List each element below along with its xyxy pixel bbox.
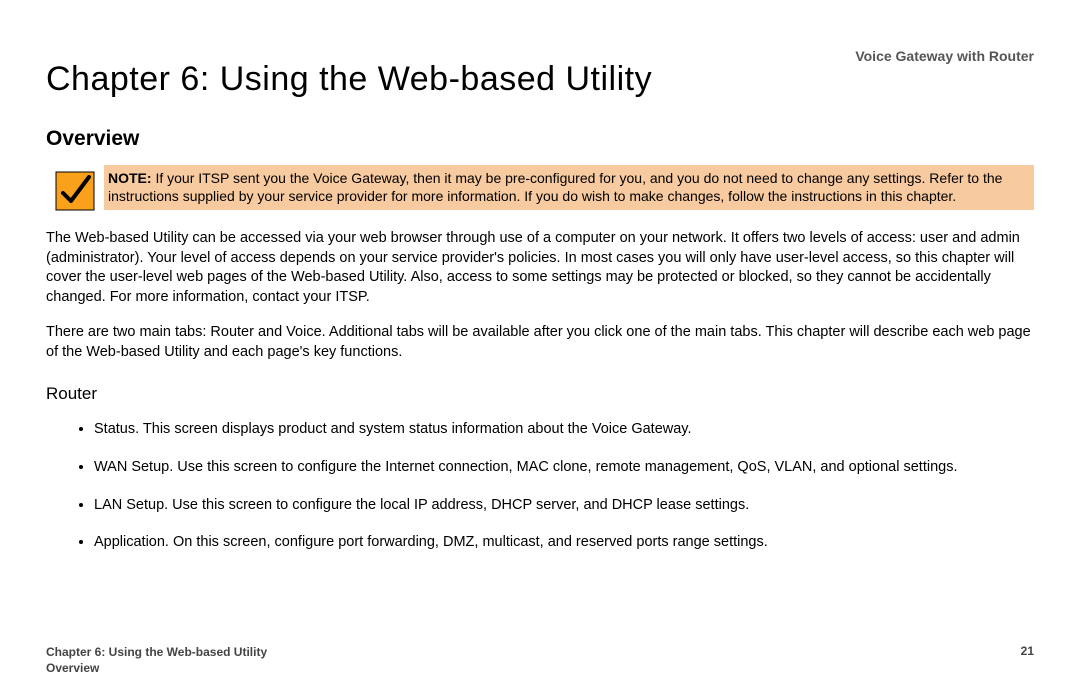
chapter-title: Chapter 6: Using the Web-based Utility [46,60,1034,99]
note-text: NOTE: If your ITSP sent you the Voice Ga… [104,165,1034,210]
sub-heading-router: Router [46,384,1034,404]
footer-chapter: Chapter 6: Using the Web-based Utility [46,644,267,660]
list-item: LAN Setup. Use this screen to configure … [94,496,1034,516]
section-heading-overview: Overview [46,127,1034,151]
page-footer: Chapter 6: Using the Web-based Utility O… [46,644,1034,676]
list-item: Application. On this screen, configure p… [94,533,1034,553]
document-page: Voice Gateway with Router Chapter 6: Usi… [0,0,1080,698]
note-body: If your ITSP sent you the Voice Gateway,… [108,170,1002,204]
list-item: WAN Setup. Use this screen to configure … [94,458,1034,478]
overview-paragraph-2: There are two main tabs: Router and Voic… [46,323,1034,362]
router-feature-list: Status. This screen displays product and… [46,420,1034,552]
list-item: Status. This screen displays product and… [94,420,1034,440]
footer-section: Overview [46,660,267,676]
checkmark-icon [55,171,95,211]
overview-paragraph-1: The Web-based Utility can be accessed vi… [46,229,1034,307]
note-label: NOTE: [108,170,152,186]
footer-page-number: 21 [1021,644,1034,658]
product-name: Voice Gateway with Router [855,48,1034,64]
note-callout: NOTE: If your ITSP sent you the Voice Ga… [46,165,1034,211]
footer-left: Chapter 6: Using the Web-based Utility O… [46,644,267,676]
note-icon-wrap [46,165,104,211]
